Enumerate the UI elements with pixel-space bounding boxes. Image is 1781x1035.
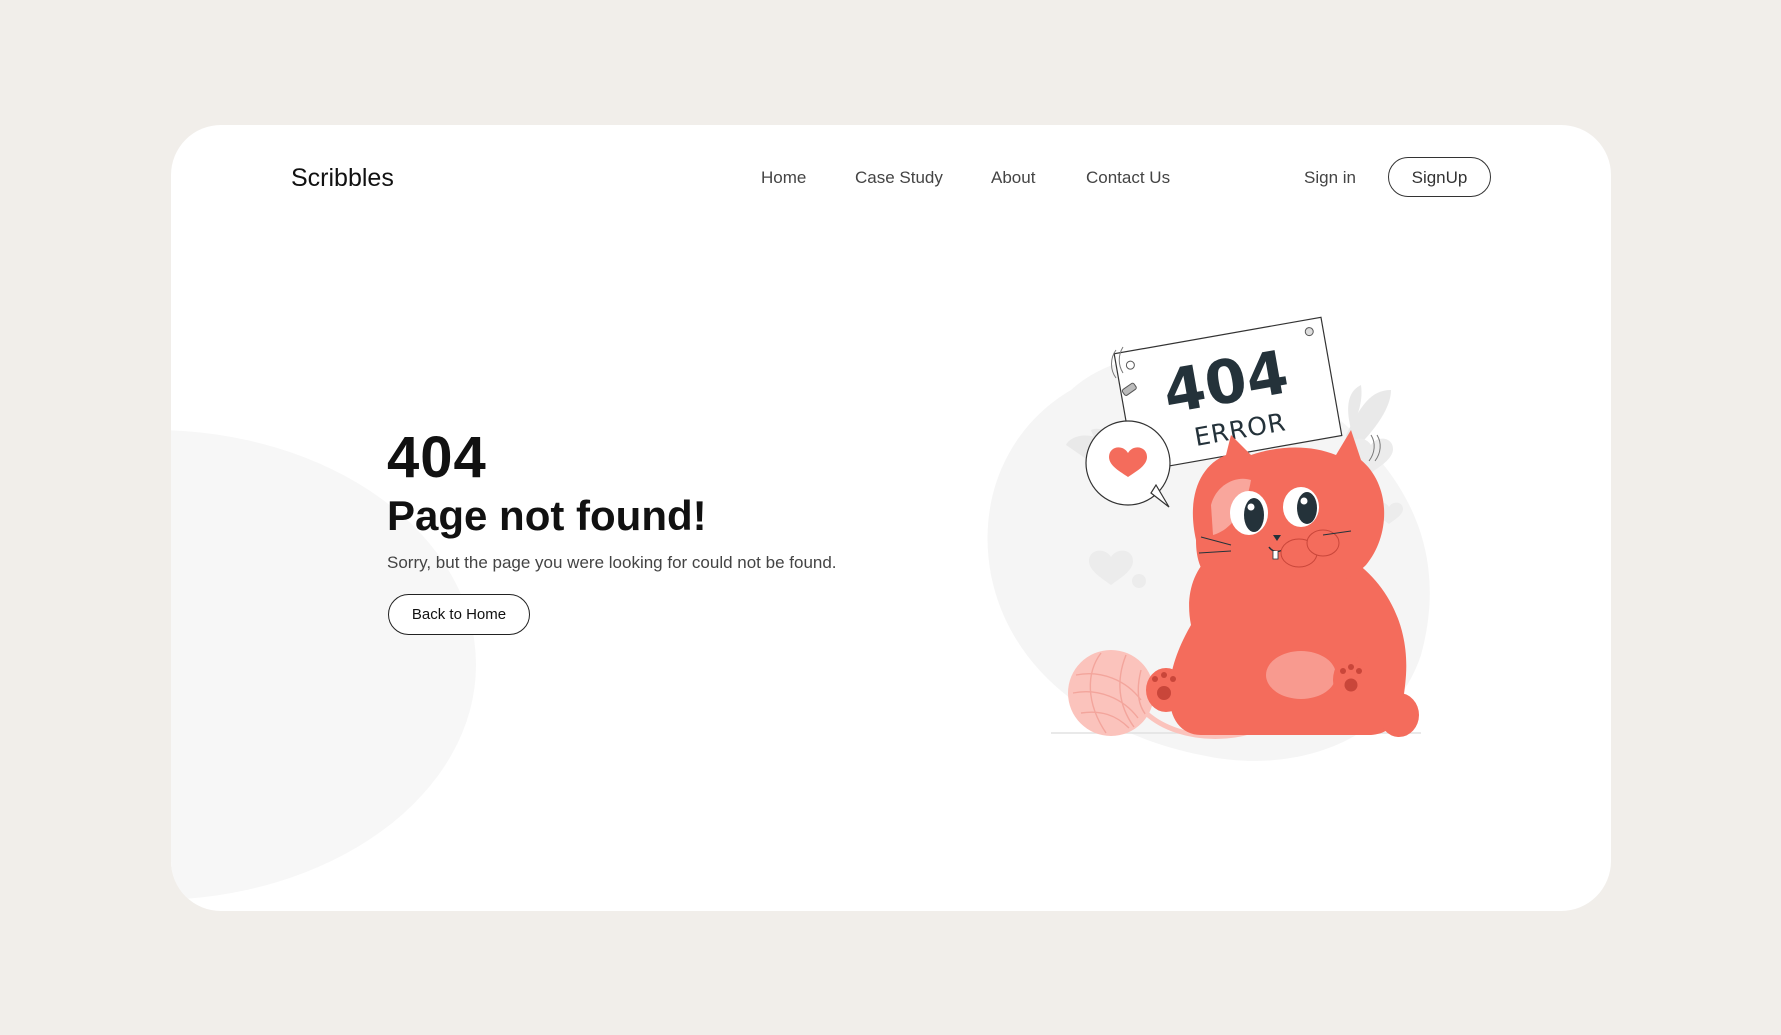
error-code: 404: [387, 425, 487, 490]
nav-item-case-study[interactable]: Case Study: [855, 165, 943, 191]
nav-item-about[interactable]: About: [991, 165, 1035, 191]
page-title: Page not found!: [387, 492, 707, 539]
nav-item-home[interactable]: Home: [761, 165, 806, 191]
brand-logo[interactable]: Scribbles: [291, 163, 394, 193]
cat-paw-icon: [1333, 656, 1369, 704]
page-card: Scribbles Home Case Study About Contact …: [171, 125, 1611, 911]
error-message: Sorry, but the page you were looking for…: [387, 553, 837, 572]
signup-button[interactable]: SignUp: [1388, 157, 1491, 197]
signin-link[interactable]: Sign in: [1304, 165, 1356, 191]
cat-paw-icon: [1146, 668, 1186, 712]
404-cat-illustration: 404 ERROR: [987, 316, 1430, 761]
nav-item-contact-us[interactable]: Contact Us: [1086, 165, 1170, 191]
back-to-home-button[interactable]: Back to Home: [388, 594, 530, 635]
